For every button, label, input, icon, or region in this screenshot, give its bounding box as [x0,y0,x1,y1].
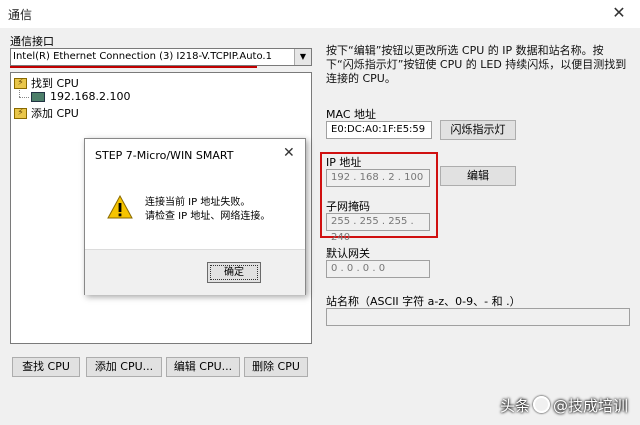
tree-item-label: 找到 CPU [31,77,79,90]
mac-label: MAC 地址 [326,108,376,121]
cpu-folder-icon: ⚡ [14,107,27,119]
station-name-field[interactable] [326,308,630,326]
dialog-button-bar [85,249,305,295]
delete-cpu-button[interactable]: 删除 CPU [244,357,308,377]
dialog-message-line: 请检查 IP 地址、网络连接。 [145,211,271,222]
subnet-label: 子网掩码 [326,200,370,213]
dialog-close-icon[interactable]: ✕ [283,145,295,161]
tree-connector [19,97,29,98]
ok-button[interactable]: 确定 [207,262,261,283]
tree-item-found-ip[interactable]: 192.168.2.100 [31,90,130,103]
red-underline-annotation [10,66,257,68]
dialog-message-line: 连接当前 IP 地址失败。 [145,197,251,208]
gateway-field[interactable]: 0 . 0 . 0 . 0 [326,260,430,278]
edit-button[interactable]: 编辑 [440,166,516,186]
watermark-text: 头条 [500,397,531,415]
subnet-mask-field[interactable]: 255 . 255 . 255 . 240 [326,213,430,243]
tree-item-label: 192.168.2.100 [50,90,131,103]
cpu-folder-icon: ⚡ [14,77,27,89]
watermark: 头条 @技成培训 [500,395,628,416]
edit-cpu-button[interactable]: 编辑 CPU... [166,357,240,377]
chevron-down-icon[interactable]: ▼ [294,49,311,65]
flash-led-button[interactable]: 闪烁指示灯 [440,120,516,140]
add-cpu-button[interactable]: 添加 CPU... [86,357,162,377]
ip-address-field[interactable]: 192 . 168 . 2 . 100 [326,169,430,187]
tree-item-add-cpu[interactable]: ⚡ 添加 CPU [14,105,79,121]
interface-label: 通信接口 [10,35,54,48]
interface-selected-value: Intel(R) Ethernet Connection (3) I218-V.… [13,51,272,62]
ip-label: IP 地址 [326,156,362,169]
error-dialog: STEP 7-Micro/WIN SMART ✕ 连接当前 IP 地址失败。 请… [84,138,306,295]
window-titlebar: 通信 ✕ [0,0,640,28]
watermark-logo-icon [533,396,551,413]
plc-device-icon [31,91,45,102]
gateway-label: 默认网关 [326,247,370,260]
instruction-text: 按下“编辑”按钮以更改所选 CPU 的 IP 数据和站名称。按下“闪烁指示灯”按… [326,44,627,85]
interface-select[interactable]: Intel(R) Ethernet Connection (3) I218-V.… [10,48,312,66]
watermark-text: @技成培训 [553,397,629,415]
find-cpu-button[interactable]: 查找 CPU [12,357,80,377]
mac-field: E0:DC:A0:1F:E5:59 [326,121,432,139]
window-title: 通信 [8,8,33,22]
warning-icon [107,195,133,219]
dialog-message: 连接当前 IP 地址失败。 请检查 IP 地址、网络连接。 [145,196,270,224]
tree-item-found-cpu[interactable]: ⚡ 找到 CPU [14,75,79,91]
station-name-label: 站名称（ASCII 字符 a-z、0-9、- 和 .） [326,295,521,308]
window-close-icon[interactable]: ✕ [606,2,632,24]
tree-item-label: 添加 CPU [31,107,79,120]
dialog-title: STEP 7-Micro/WIN SMART [95,149,234,162]
